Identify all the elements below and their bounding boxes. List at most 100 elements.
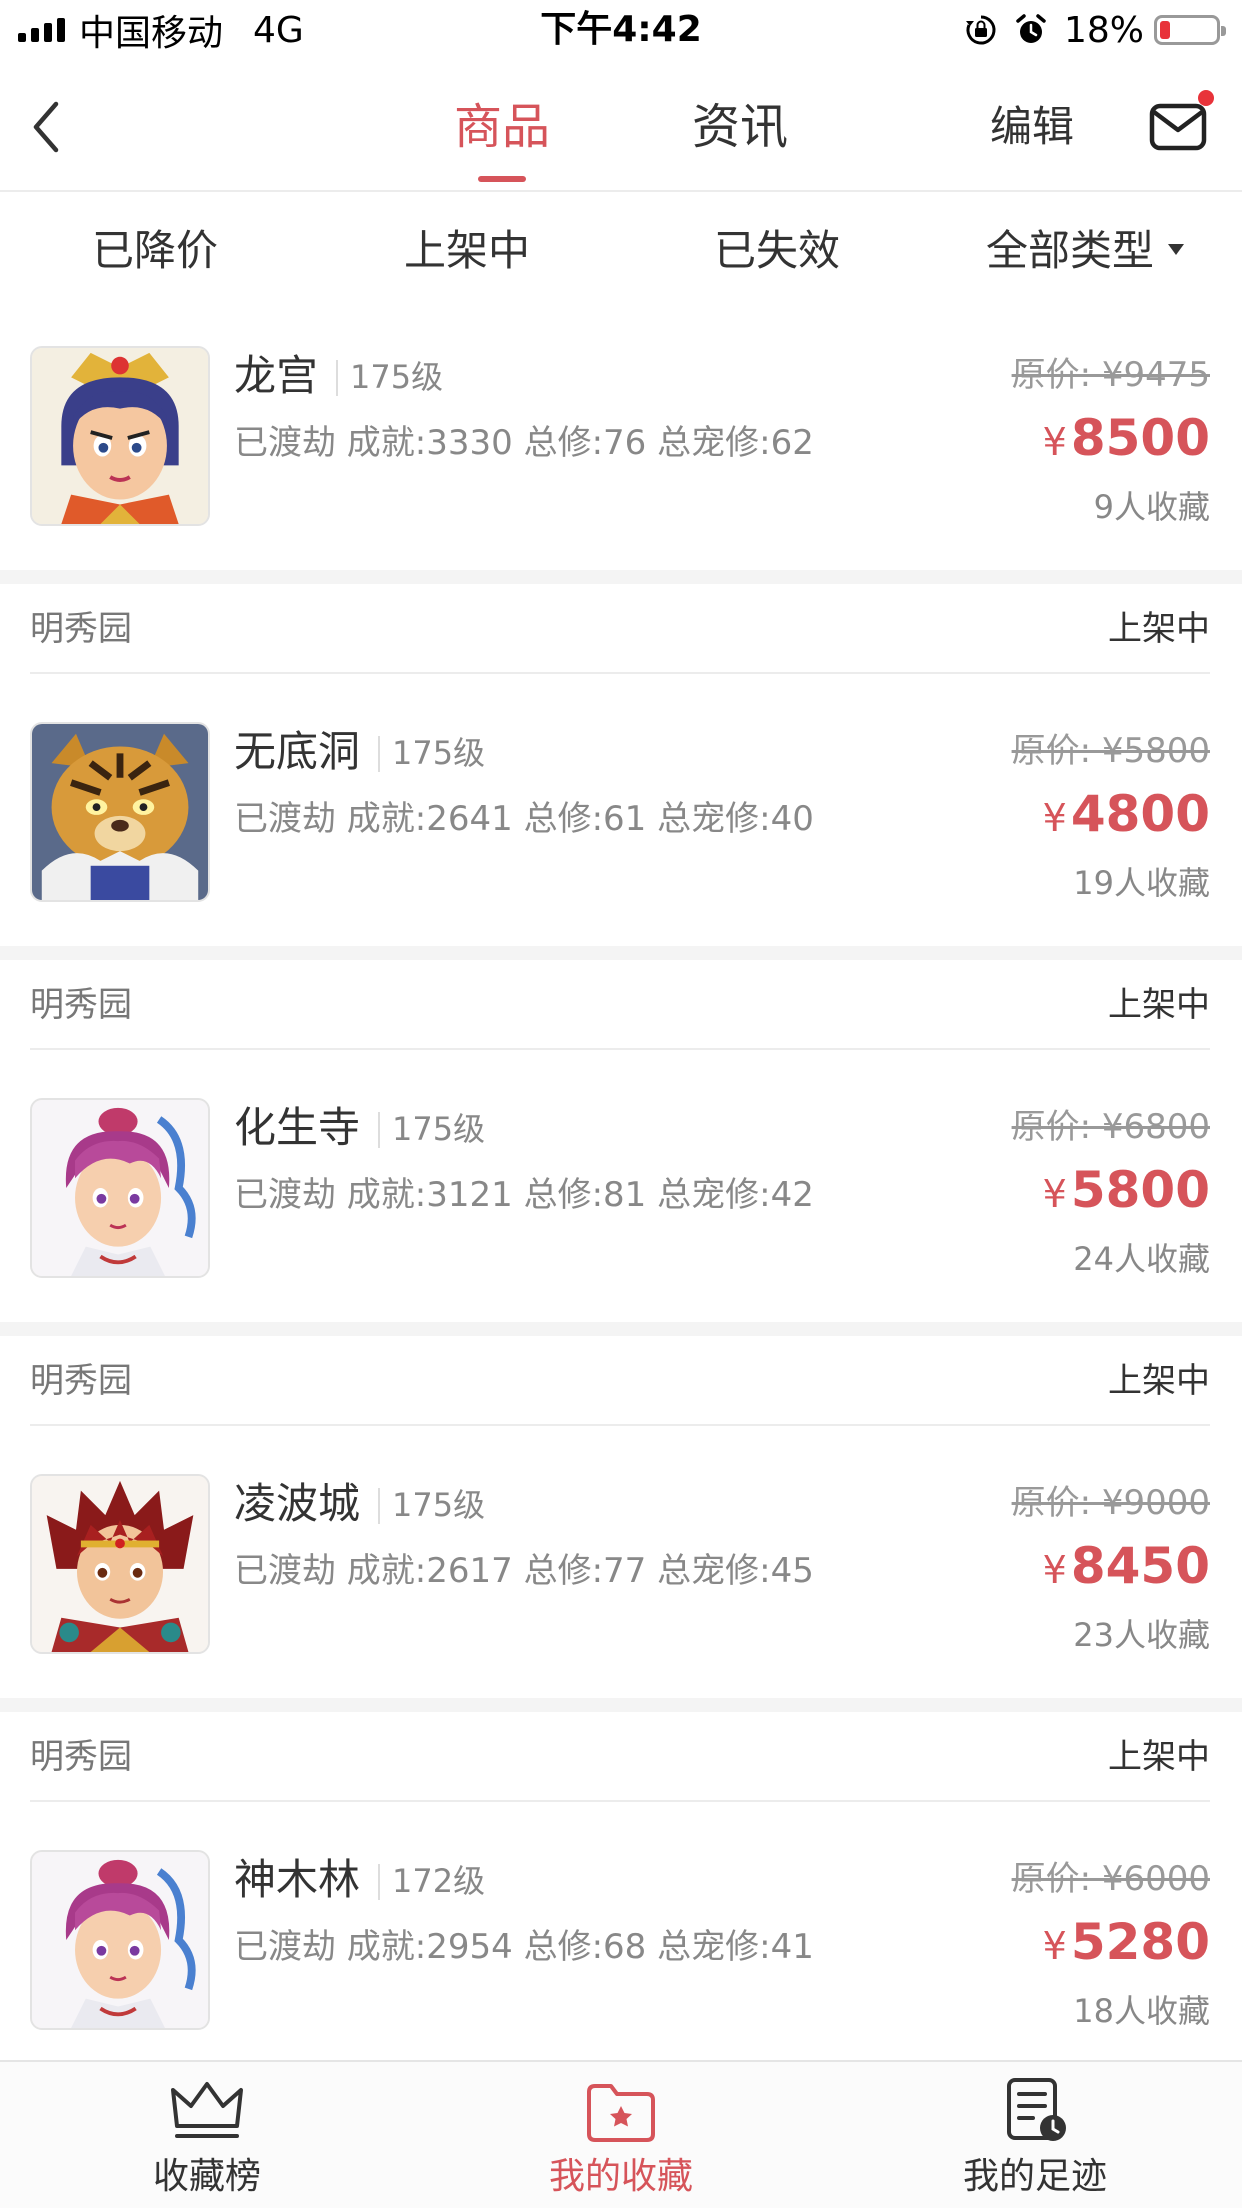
crown-icon xyxy=(171,2082,243,2138)
server-name: 明秀园 xyxy=(30,985,132,1025)
filter-price-dropped[interactable]: 已降价 xyxy=(92,216,218,286)
sale-status: 上架中 xyxy=(1108,1361,1210,1401)
listing-card[interactable]: 明秀园 上架中 xyxy=(0,1712,1242,2060)
tab-label: 我的足迹 xyxy=(962,2156,1107,2197)
current-price: ¥8500 xyxy=(1043,406,1210,474)
card-separator xyxy=(0,946,1242,960)
character-stats: 已渡劫 成就:2617 总修:77 总宠修:45 xyxy=(234,1551,814,1591)
character-stats: 已渡劫 成就:3121 总修:81 总宠修:42 xyxy=(234,1175,814,1215)
current-price: ¥5800 xyxy=(1043,1158,1210,1226)
listing-card[interactable]: 明秀园 上架中 xyxy=(0,960,1242,1322)
history-document-icon xyxy=(1007,2078,1066,2141)
edit-button[interactable]: 编辑 xyxy=(990,94,1074,160)
listing-card[interactable]: 龙宫 175级 已渡劫 成就:3330 总修:76 总宠修:62 原价: ¥94… xyxy=(0,314,1242,570)
level-divider xyxy=(378,1864,380,1900)
tab-favorites-ranking[interactable]: 收藏榜 xyxy=(0,2062,414,2208)
tab-label: 收藏榜 xyxy=(152,2156,261,2197)
card-header: 明秀园 上架中 xyxy=(30,960,1210,1050)
level-divider xyxy=(378,736,380,772)
status-bar: 中国移动 4G 下午4:42 18% xyxy=(0,0,1242,62)
server-name: 明秀园 xyxy=(30,1361,132,1401)
sale-status: 上架中 xyxy=(1108,609,1210,649)
sale-status: 上架中 xyxy=(1108,985,1210,1025)
original-price: 原价: ¥5800 xyxy=(1011,731,1210,771)
battery-level xyxy=(1160,21,1170,39)
server-name: 明秀园 xyxy=(30,1737,132,1777)
favorite-count: 19人收藏 xyxy=(1073,864,1210,902)
current-price: ¥8450 xyxy=(1043,1534,1210,1602)
school-name: 神木林 xyxy=(234,1855,361,1904)
purple-hair-avatar xyxy=(30,1850,210,2030)
back-button[interactable] xyxy=(20,92,80,162)
currency-symbol: ¥ xyxy=(1042,1924,1067,1968)
character-level: 175级 xyxy=(392,1486,486,1524)
price-value: 5800 xyxy=(1070,1161,1210,1219)
filter-on-sale[interactable]: 上架中 xyxy=(404,216,530,286)
card-separator xyxy=(0,570,1242,584)
currency-symbol: ¥ xyxy=(1042,796,1067,840)
original-price: 原价: ¥6800 xyxy=(1011,1107,1210,1147)
price-value: 5280 xyxy=(1070,1913,1210,1971)
filter-type-label: 全部类型 xyxy=(986,226,1155,275)
original-price: 原价: ¥9475 xyxy=(1011,355,1210,395)
tab-news[interactable]: 资讯 xyxy=(690,92,790,162)
purple-hair-avatar xyxy=(30,1098,210,1278)
original-price: 原价: ¥9000 xyxy=(1011,1483,1210,1523)
card-separator xyxy=(0,1322,1242,1336)
character-stats: 已渡劫 成就:3330 总修:76 总宠修:62 xyxy=(234,423,814,463)
tiger-avatar xyxy=(30,722,210,902)
listing-row: 化生寺 175级 已渡劫 成就:3121 总修:81 总宠修:42 原价: ¥6… xyxy=(0,1098,1242,1278)
card-separator xyxy=(0,1698,1242,1712)
character-level: 175级 xyxy=(392,1110,486,1148)
price-value: 8500 xyxy=(1070,409,1210,467)
nav-bar: 商品 资讯 编辑 xyxy=(0,62,1242,192)
price-value: 4800 xyxy=(1070,785,1210,843)
alarm-icon xyxy=(1016,14,1046,43)
card-header: 明秀园 上架中 xyxy=(30,1336,1210,1426)
battery-icon xyxy=(1154,15,1226,45)
character-level: 175级 xyxy=(350,358,444,396)
rotation-lock-icon xyxy=(965,15,996,45)
currency-symbol: ¥ xyxy=(1042,1172,1067,1216)
favorite-count: 24人收藏 xyxy=(1073,1240,1210,1278)
sale-status: 上架中 xyxy=(1108,1737,1210,1777)
favorite-count: 23人收藏 xyxy=(1073,1616,1210,1654)
school-name: 龙宫 xyxy=(234,351,319,400)
tab-goods[interactable]: 商品 xyxy=(452,92,552,182)
tab-news-label: 资讯 xyxy=(691,99,788,155)
current-price: ¥4800 xyxy=(1043,782,1210,850)
level-divider xyxy=(378,1112,380,1148)
listing-row: 无底洞 175级 已渡劫 成就:2641 总修:61 总宠修:40 原价: ¥5… xyxy=(0,722,1242,902)
favorite-count: 9人收藏 xyxy=(1093,488,1210,526)
server-name: 明秀园 xyxy=(30,609,132,649)
star-folder-icon xyxy=(587,2084,655,2142)
level-divider xyxy=(336,360,338,396)
character-stats: 已渡劫 成就:2641 总修:61 总宠修:40 xyxy=(234,799,814,839)
screen: 中国移动 4G 下午4:42 18% 商品 资讯 编辑 已降价 上架中 已失效 … xyxy=(0,0,1242,2208)
active-tab-indicator xyxy=(478,176,526,182)
bottom-tab-bar: 收藏榜 我的收藏 我的足迹 xyxy=(0,2060,1242,2208)
tab-label: 我的收藏 xyxy=(548,2156,693,2197)
school-name: 无底洞 xyxy=(234,727,361,776)
filter-expired[interactable]: 已失效 xyxy=(714,216,840,286)
tab-my-favorites[interactable]: 我的收藏 xyxy=(414,2062,828,2208)
school-name: 凌波城 xyxy=(234,1479,361,1528)
character-level: 172级 xyxy=(392,1862,486,1900)
tab-my-history[interactable]: 我的足迹 xyxy=(828,2062,1242,2208)
filter-type-dropdown[interactable]: 全部类型 xyxy=(986,216,1185,286)
currency-symbol: ¥ xyxy=(1042,420,1067,464)
filter-bar: 已降价 上架中 已失效 全部类型 xyxy=(0,192,1242,314)
mail-button[interactable] xyxy=(1146,90,1214,158)
original-price: 原价: ¥6000 xyxy=(1011,1859,1210,1899)
current-price: ¥5280 xyxy=(1043,1910,1210,1978)
listing-card[interactable]: 明秀园 上架中 xyxy=(0,584,1242,946)
level-divider xyxy=(378,1488,380,1524)
character-stats: 已渡劫 成就:2954 总修:68 总宠修:41 xyxy=(234,1927,814,1967)
dragon-palace-avatar xyxy=(30,346,210,526)
status-right: 18% xyxy=(964,8,1226,52)
chevron-left-icon xyxy=(33,101,59,153)
listing-card[interactable]: 明秀园 上架中 xyxy=(0,1336,1242,1698)
price-value: 8450 xyxy=(1070,1537,1210,1595)
listing-row: 神木林 172级 已渡劫 成就:2954 总修:68 总宠修:41 原价: ¥6… xyxy=(0,1850,1242,2030)
battery-percent: 18% xyxy=(1063,9,1144,51)
